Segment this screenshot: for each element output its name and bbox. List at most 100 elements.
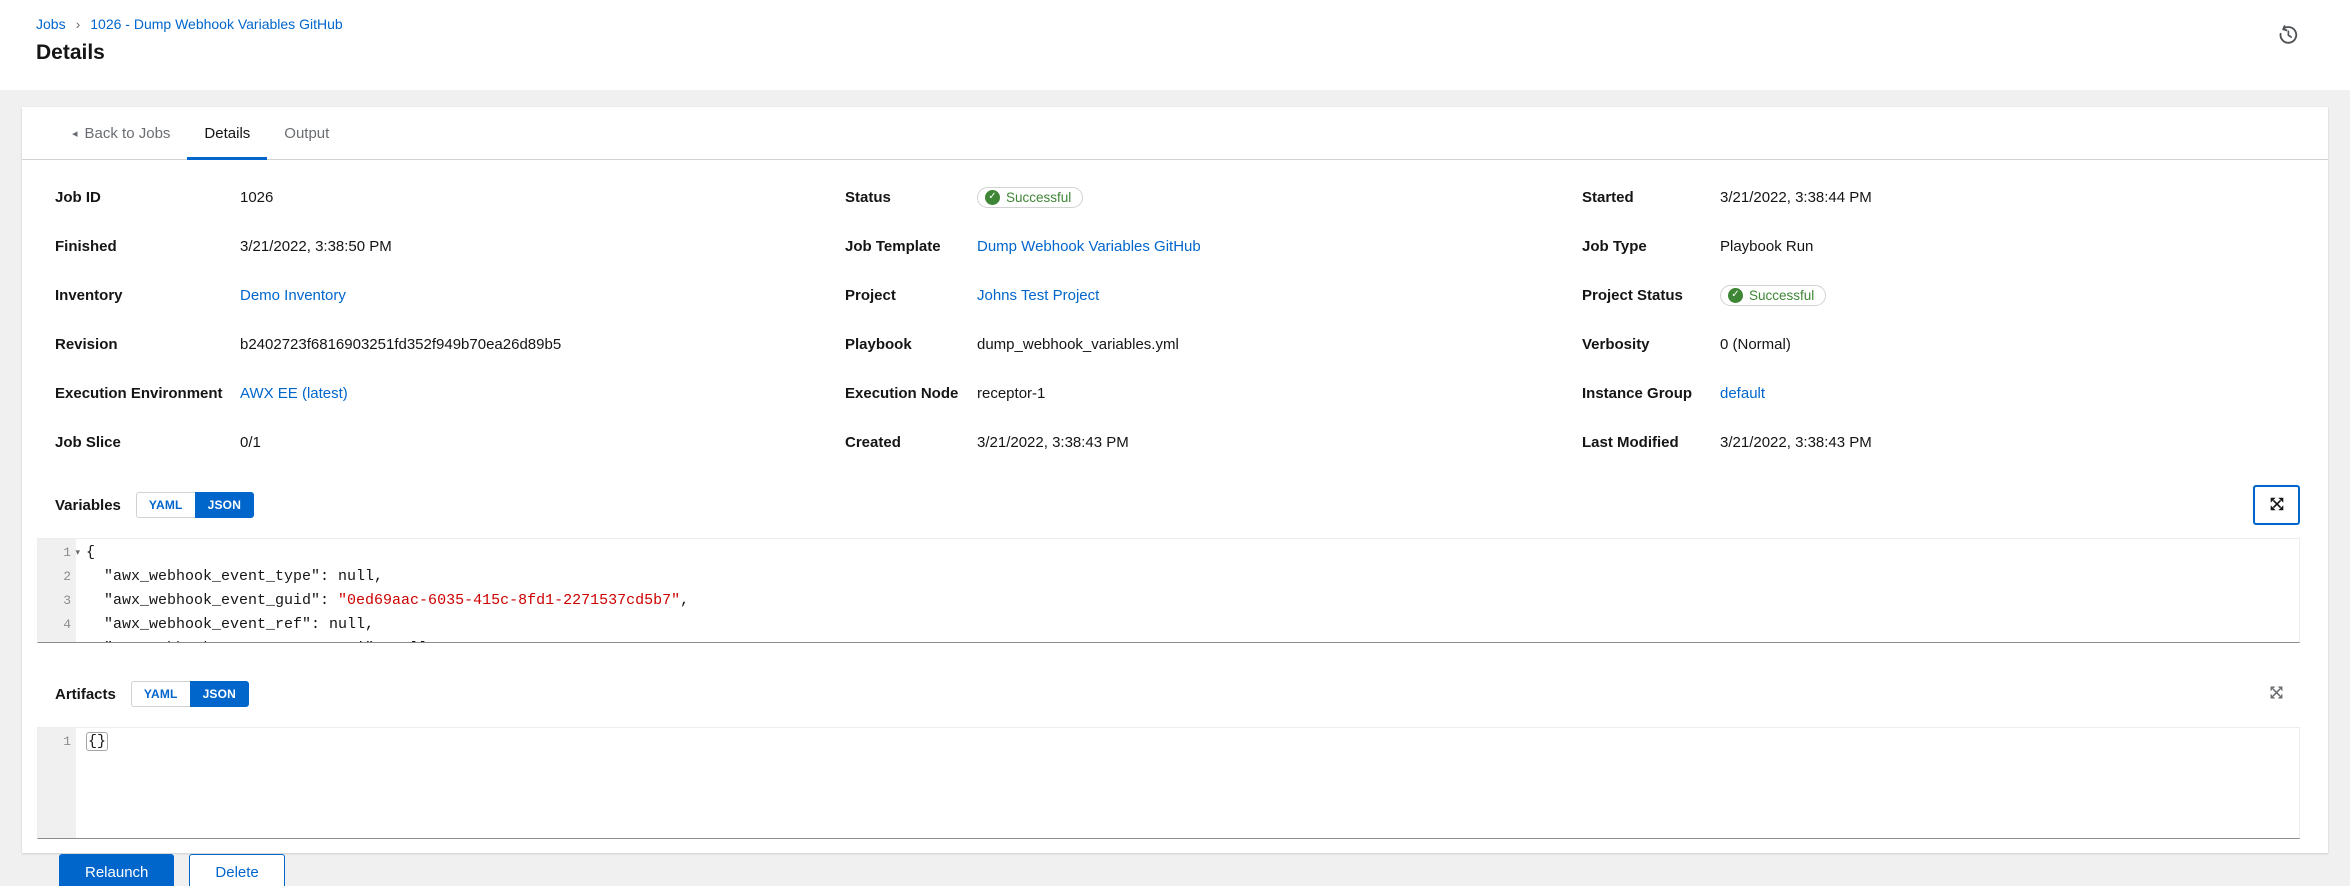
tab-back-label: Back to Jobs — [85, 125, 171, 142]
detail-value: dump_webhook_variables.yml — [977, 336, 1179, 353]
code-line: "awx_webhook_event_type": null, — [86, 565, 2299, 589]
detail-finished: Finished 3/21/2022, 3:38:50 PM — [55, 234, 845, 258]
detail-label: Verbosity — [1582, 336, 1720, 353]
code-line: "awx_webhook_event_status_api": null, — [86, 637, 2299, 643]
variables-code-content: { "awx_webhook_event_type": null, "awx_w… — [76, 539, 2299, 642]
detail-job-slice: Job Slice 0/1 — [55, 430, 845, 454]
variables-line-numbers: 1▾ 2 3 4 5 — [38, 539, 76, 642]
detail-label: Job ID — [55, 189, 240, 206]
project-link[interactable]: Johns Test Project — [977, 287, 1099, 304]
artifacts-label: Artifacts — [55, 686, 116, 703]
details-card: ◂ Back to Jobs Details Output Job ID 102… — [22, 107, 2328, 853]
variables-code-editor[interactable]: 1▾ 2 3 4 5 { "awx_webhook_event_type": n… — [37, 538, 2300, 643]
tab-back-to-jobs[interactable]: ◂ Back to Jobs — [55, 107, 187, 159]
tab-output[interactable]: Output — [267, 107, 346, 159]
artifacts-line-numbers: 1 — [38, 728, 76, 838]
instance-group-link[interactable]: default — [1720, 385, 1765, 402]
detail-execution-node: Execution Node receptor-1 — [845, 381, 1582, 405]
artifacts-expand-button[interactable] — [2253, 674, 2300, 714]
artifacts-json-toggle[interactable]: JSON — [190, 681, 249, 707]
detail-started: Started 3/21/2022, 3:38:44 PM — [1582, 185, 2295, 209]
job-template-link[interactable]: Dump Webhook Variables GitHub — [977, 238, 1201, 255]
action-buttons: Relaunch Delete — [37, 854, 2328, 886]
page-header: Jobs › 1026 - Dump Webhook Variables Git… — [0, 0, 2350, 90]
status-badge: ✓ Successful — [977, 187, 1083, 208]
history-icon — [2277, 33, 2298, 48]
code-line: "awx_webhook_event_ref": null, — [86, 613, 2299, 637]
fold-caret-icon: ▾ — [75, 541, 80, 565]
detail-verbosity: Verbosity 0 (Normal) — [1582, 332, 2295, 356]
detail-label: Execution Environment — [55, 385, 240, 402]
code-line: "awx_webhook_event_guid": "0ed69aac-6035… — [86, 589, 2299, 613]
detail-last-modified: Last Modified 3/21/2022, 3:38:43 PM — [1582, 430, 2295, 454]
detail-label: Finished — [55, 238, 240, 255]
detail-job-id: Job ID 1026 — [55, 185, 845, 209]
variables-yaml-toggle[interactable]: YAML — [136, 492, 195, 518]
detail-label: Job Type — [1582, 238, 1720, 255]
variables-expand-button[interactable] — [2253, 485, 2300, 525]
history-button[interactable] — [2277, 24, 2298, 48]
check-circle-icon: ✓ — [985, 190, 1000, 205]
detail-revision: Revision b2402723f6816903251fd352f949b70… — [55, 332, 845, 356]
detail-value: 0/1 — [240, 434, 261, 451]
detail-project-status: Project Status ✓ Successful — [1582, 283, 2295, 307]
detail-label: Job Template — [845, 238, 977, 255]
code-line: {} — [86, 730, 2299, 754]
variables-label: Variables — [55, 497, 121, 514]
detail-job-type: Job Type Playbook Run — [1582, 234, 2295, 258]
status-badge-label: Successful — [1006, 190, 1071, 205]
artifacts-header: Artifacts YAML JSON — [55, 674, 2300, 714]
artifacts-code-editor[interactable]: 1 {} — [37, 727, 2300, 839]
project-status-badge: ✓ Successful — [1720, 285, 1826, 306]
detail-inventory: Inventory Demo Inventory — [55, 283, 845, 307]
inventory-link[interactable]: Demo Inventory — [240, 287, 346, 304]
delete-button[interactable]: Delete — [189, 854, 284, 886]
detail-label: Project — [845, 287, 977, 304]
detail-value: 0 (Normal) — [1720, 336, 1791, 353]
breadcrumb-separator-icon: › — [76, 16, 81, 32]
detail-label: Status — [845, 189, 977, 206]
artifacts-yaml-toggle[interactable]: YAML — [131, 681, 190, 707]
relaunch-button[interactable]: Relaunch — [59, 854, 174, 886]
detail-created: Created 3/21/2022, 3:38:43 PM — [845, 430, 1582, 454]
detail-instance-group: Instance Group default — [1582, 381, 2295, 405]
project-status-badge-label: Successful — [1749, 288, 1814, 303]
variables-format-toggle: YAML JSON — [136, 492, 254, 518]
page-title: Details — [36, 41, 2295, 65]
variables-header: Variables YAML JSON — [55, 485, 2300, 525]
detail-label: Created — [845, 434, 977, 451]
artifacts-code-content: {} — [76, 728, 2299, 838]
tab-bar: ◂ Back to Jobs Details Output — [22, 107, 2328, 160]
execution-environment-link[interactable]: AWX EE (latest) — [240, 385, 348, 402]
detail-label: Job Slice — [55, 434, 240, 451]
detail-project: Project Johns Test Project — [845, 283, 1582, 307]
detail-value: 3/21/2022, 3:38:50 PM — [240, 238, 392, 255]
detail-job-template: Job Template Dump Webhook Variables GitH… — [845, 234, 1582, 258]
detail-label: Playbook — [845, 336, 977, 353]
detail-value: Playbook Run — [1720, 238, 1813, 255]
detail-label: Last Modified — [1582, 434, 1720, 451]
detail-label: Revision — [55, 336, 240, 353]
expand-arrows-icon — [2268, 495, 2286, 516]
detail-label: Execution Node — [845, 385, 977, 402]
detail-label: Instance Group — [1582, 385, 1720, 402]
code-line: { — [86, 541, 2299, 565]
back-caret-icon: ◂ — [72, 127, 78, 140]
breadcrumb: Jobs › 1026 - Dump Webhook Variables Git… — [36, 16, 2295, 32]
check-circle-icon: ✓ — [1728, 288, 1743, 303]
detail-value: 1026 — [240, 189, 273, 206]
breadcrumb-jobs-link[interactable]: Jobs — [36, 16, 66, 32]
detail-value: receptor-1 — [977, 385, 1045, 402]
tab-details[interactable]: Details — [187, 107, 267, 159]
variables-json-toggle[interactable]: JSON — [195, 492, 254, 518]
details-grid: Job ID 1026 Status ✓ Successful Started … — [22, 160, 2328, 454]
detail-label: Project Status — [1582, 287, 1720, 304]
detail-value: 3/21/2022, 3:38:43 PM — [1720, 434, 1872, 451]
revision-value: b2402723f6816903251fd352f949b70ea26d89b5 — [240, 336, 561, 353]
breadcrumb-current-link[interactable]: 1026 - Dump Webhook Variables GitHub — [90, 16, 342, 32]
expand-arrows-icon — [2268, 684, 2285, 704]
detail-status: Status ✓ Successful — [845, 185, 1582, 209]
detail-execution-environment: Execution Environment AWX EE (latest) — [55, 381, 845, 405]
artifacts-format-toggle: YAML JSON — [131, 681, 249, 707]
detail-label: Started — [1582, 189, 1720, 206]
